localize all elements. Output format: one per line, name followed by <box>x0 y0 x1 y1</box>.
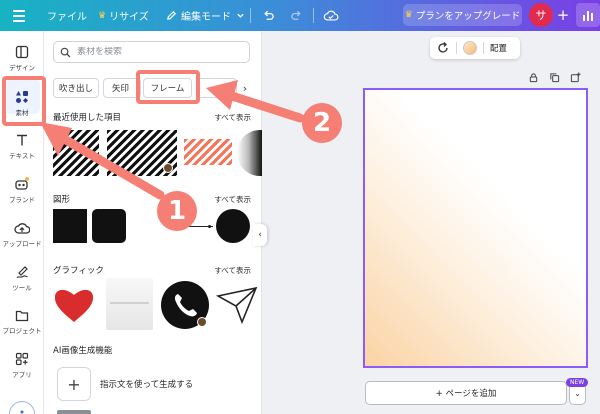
recent-item[interactable] <box>53 130 99 176</box>
rail-item-design[interactable]: デザイン <box>0 44 44 72</box>
text-icon <box>14 132 30 148</box>
folder-icon <box>14 307 30 323</box>
ai-history-item[interactable] <box>57 410 91 414</box>
menu-icon[interactable] <box>10 0 28 31</box>
position-button[interactable]: 配置 <box>490 42 507 54</box>
search-icon <box>60 47 71 57</box>
rail-label: アプリ <box>12 371 32 379</box>
cloud-sync-icon[interactable] <box>323 0 339 31</box>
see-all-recent[interactable]: すべて表示 <box>214 112 251 123</box>
section-title-recent: 最近使用した項目 <box>53 113 122 123</box>
search-box <box>53 41 250 63</box>
file-menu[interactable]: ファイル <box>47 0 87 31</box>
duplicate-icon[interactable] <box>549 72 560 83</box>
brand-icon <box>14 176 30 192</box>
magic-icon[interactable] <box>9 401 35 414</box>
highlight-elements-tab <box>2 76 46 126</box>
undo-icon[interactable] <box>262 0 275 31</box>
chip-line[interactable]: 線 <box>197 78 237 98</box>
lock-icon[interactable] <box>528 72 539 83</box>
collapse-panel-button[interactable]: ‹ <box>253 224 267 246</box>
add-page-icon[interactable] <box>570 72 581 83</box>
recent-item[interactable] <box>237 130 262 176</box>
rail-label: ブランド <box>9 196 35 204</box>
canvas-toolbar: 配置 <box>430 37 520 59</box>
avatar[interactable]: サ <box>529 3 553 27</box>
upload-icon <box>14 220 30 236</box>
design-page[interactable] <box>363 88 588 368</box>
rail-label: デザイン <box>9 64 35 72</box>
rail-item-upload[interactable]: アップロード <box>0 220 44 248</box>
draw-icon <box>14 264 30 280</box>
add-page-button[interactable]: + ページを追加 <box>365 381 567 405</box>
color-swatch[interactable] <box>463 41 477 55</box>
shape-rounded-square[interactable] <box>92 209 126 243</box>
section-title-graphics: グラフィック <box>53 266 104 276</box>
rail-item-draw[interactable]: ツール <box>0 264 44 292</box>
toolbar-divider <box>313 8 314 23</box>
new-badge: NEW <box>566 378 589 387</box>
edit-mode-dropdown[interactable]: 編集モード <box>166 0 245 31</box>
rail-label: アップロード <box>2 240 42 248</box>
graphic-paper[interactable] <box>106 278 153 330</box>
rotate-icon[interactable] <box>436 41 450 55</box>
see-all-shapes[interactable]: すべて表示 <box>214 194 251 205</box>
step-badge-1: 1 <box>157 191 197 231</box>
graphic-phone[interactable] <box>161 281 209 329</box>
add-icon[interactable]: + <box>553 5 573 25</box>
top-bar: ファイル ♛ リサイズ 編集モード ♛ プランをアップグレード サ + <box>0 0 600 31</box>
shape-circle[interactable] <box>216 209 250 243</box>
toolbar-divider <box>250 8 251 23</box>
recent-item[interactable] <box>184 139 232 165</box>
section-title-ai: AI画像生成機能 <box>53 346 113 356</box>
see-all-graphics[interactable]: すべて表示 <box>214 265 251 276</box>
toolbar-divider <box>456 42 457 54</box>
rail-item-brand[interactable]: ブランド <box>0 176 44 204</box>
chevron-right-icon[interactable]: › <box>238 78 252 98</box>
redo-icon[interactable] <box>290 0 303 31</box>
chip-speech-bubble[interactable]: 吹き出し <box>53 78 99 98</box>
graphic-heart[interactable] <box>52 284 96 326</box>
premium-badge <box>163 163 173 173</box>
search-input[interactable] <box>77 47 247 57</box>
step-badge-2: 2 <box>302 103 342 143</box>
recent-item[interactable] <box>107 130 177 176</box>
rail-label: ツール <box>12 284 32 292</box>
rail-item-text[interactable]: テキスト <box>0 132 44 160</box>
insights-icon[interactable] <box>576 3 600 27</box>
apps-icon <box>14 351 30 367</box>
graphic-paper-plane[interactable] <box>215 284 260 326</box>
highlight-frame-chip <box>136 70 200 104</box>
premium-badge <box>197 317 207 327</box>
pencil-icon <box>167 10 177 20</box>
shape-line-end <box>208 225 211 228</box>
chevron-down-icon <box>237 13 244 18</box>
rail-label: テキスト <box>9 152 35 160</box>
ai-generate-button[interactable]: 指示文を使って生成する <box>100 378 193 390</box>
crown-icon: ♛ <box>98 10 107 21</box>
shape-square[interactable] <box>53 209 87 243</box>
rail-item-projects[interactable]: プロジェクト <box>0 307 44 335</box>
ai-generate-icon[interactable]: + <box>57 367 91 401</box>
crown-icon: ♛ <box>404 10 413 20</box>
section-title-shapes: 図形 <box>53 195 71 205</box>
upgrade-button[interactable]: ♛ プランをアップグレード <box>403 4 522 26</box>
toolbar-divider <box>483 42 484 54</box>
template-icon <box>14 44 30 60</box>
rail-label: プロジェクト <box>2 327 42 335</box>
rail-item-apps[interactable]: アプリ <box>0 351 44 379</box>
resize-button[interactable]: ♛ リサイズ <box>98 0 149 31</box>
